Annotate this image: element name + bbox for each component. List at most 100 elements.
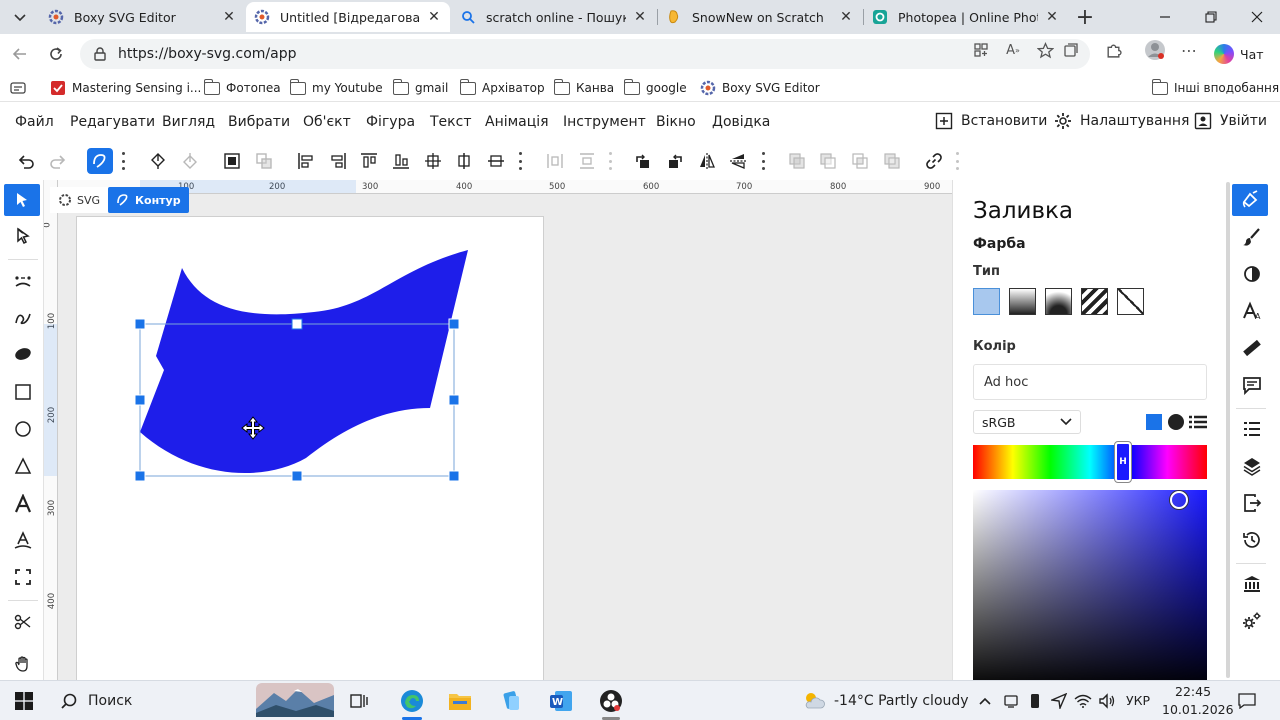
select-tool[interactable]	[4, 184, 40, 216]
flip-horizontal-button[interactable]	[694, 148, 720, 174]
align-horizontal-center-button[interactable]	[451, 148, 477, 174]
file-explorer-taskbar-icon[interactable]	[446, 687, 474, 715]
align-vertical-center-button[interactable]	[483, 148, 509, 174]
ungroup-button[interactable]	[251, 148, 277, 174]
close-tab-icon[interactable]: ✕	[426, 9, 442, 25]
boolean-intersect-button[interactable]	[847, 148, 873, 174]
phone-tray-icon[interactable]	[1026, 687, 1044, 715]
minimize-button[interactable]	[1142, 0, 1188, 34]
app-taskbar-icon[interactable]	[498, 687, 526, 715]
word-taskbar-icon[interactable]: W	[547, 687, 575, 715]
close-window-button[interactable]	[1234, 0, 1280, 34]
more-options-icon[interactable]	[121, 152, 125, 170]
resize-handle-sw[interactable]	[134, 470, 146, 482]
wheel-picker-mode-icon[interactable]	[1168, 414, 1184, 430]
cut-tool[interactable]	[6, 606, 40, 638]
measure-panel-button[interactable]	[1236, 332, 1268, 364]
url-bar[interactable]: https://boxy-svg.com/app	[80, 39, 1090, 69]
resize-handle-se[interactable]	[448, 470, 460, 482]
clock-time[interactable]: 22:45	[1175, 684, 1211, 699]
rectangle-tool[interactable]	[6, 376, 40, 408]
align-center-button[interactable]	[420, 148, 446, 174]
start-button[interactable]	[12, 687, 36, 715]
edge-taskbar-icon[interactable]	[398, 687, 426, 715]
menu-tool[interactable]: Інструмент	[563, 114, 646, 130]
compositing-panel-button[interactable]	[1236, 258, 1268, 290]
restore-button[interactable]	[1188, 0, 1234, 34]
more-options-icon[interactable]	[761, 152, 765, 170]
raise-button[interactable]	[145, 148, 171, 174]
redo-button[interactable]	[45, 148, 71, 174]
fill-type-radial-gradient-button[interactable]	[1045, 288, 1072, 315]
text-path-tool[interactable]	[6, 525, 40, 557]
bookmark-folder[interactable]: Архіватор	[459, 78, 545, 97]
browser-tab-active[interactable]: Untitled [Відредаговано] - ✕	[246, 2, 450, 32]
lower-button[interactable]	[177, 148, 203, 174]
blue-wave-shape[interactable]	[140, 250, 468, 474]
square-picker-mode-icon[interactable]	[1146, 414, 1162, 430]
app-install-icon[interactable]	[972, 41, 990, 59]
menu-edit[interactable]: Редагувати	[70, 114, 155, 130]
close-tab-icon[interactable]: ✕	[632, 9, 648, 25]
more-options-icon[interactable]	[518, 152, 522, 170]
flip-vertical-button[interactable]	[725, 148, 751, 174]
text-tool[interactable]	[6, 488, 40, 520]
show-hidden-icons-button[interactable]	[976, 687, 994, 715]
clock-date[interactable]: 10.01.2026	[1162, 702, 1234, 717]
pan-tool[interactable]	[6, 648, 40, 680]
install-button[interactable]: Встановити	[935, 112, 1047, 130]
boolean-exclude-button[interactable]	[879, 148, 905, 174]
wifi-icon[interactable]	[1074, 687, 1092, 715]
menu-shape[interactable]: Фігура	[366, 114, 415, 130]
copilot-chat-button[interactable]: Чат	[1214, 40, 1264, 68]
bookmark-folder[interactable]: gmail	[392, 78, 448, 97]
more-options-icon[interactable]	[955, 152, 959, 170]
browser-tab[interactable]: scratch online - Пошук ✕	[452, 2, 656, 32]
polygon-tool[interactable]	[6, 450, 40, 482]
group-button[interactable]	[219, 148, 245, 174]
library-panel-button[interactable]	[1236, 568, 1268, 600]
bookmark-item[interactable]: Boxy SVG Editor	[700, 79, 820, 97]
breadcrumb-svg[interactable]: SVG	[50, 187, 109, 213]
bookmark-folder[interactable]: my Youtube	[289, 78, 383, 97]
bookmark-folder[interactable]: Фотопеа	[203, 78, 281, 97]
elements-panel-button[interactable]	[1236, 413, 1268, 445]
menu-select[interactable]: Вибрати	[228, 114, 290, 130]
link-button[interactable]	[921, 148, 947, 174]
canvas-area[interactable]: 100 200 300 400 500 600 700 800 900 0 10…	[44, 180, 952, 680]
resize-handle-n[interactable]	[291, 318, 303, 330]
bookmark-item[interactable]: Mastering Sensing i...	[50, 79, 201, 97]
blob-tool[interactable]	[6, 338, 40, 370]
bookmark-folder[interactable]: google	[623, 78, 687, 97]
bookmark-folder[interactable]: Канва	[553, 78, 614, 97]
close-tab-icon[interactable]: ✕	[221, 9, 237, 25]
crop-tool[interactable]	[6, 561, 40, 593]
color-name-field[interactable]: Ad hoc	[973, 364, 1207, 400]
hue-slider-thumb[interactable]: H	[1114, 441, 1132, 483]
read-aloud-icon[interactable]: A»	[1004, 41, 1022, 59]
reading-list-icon[interactable]	[10, 79, 26, 97]
other-bookmarks-folder[interactable]: Інші вподобання	[1151, 78, 1279, 97]
browser-tab[interactable]: Photopea | Online Photo Ed ✕	[864, 2, 1068, 32]
fill-type-solid-button[interactable]	[973, 288, 1000, 315]
reload-button[interactable]	[42, 40, 70, 68]
close-tab-icon[interactable]: ✕	[838, 9, 854, 25]
resize-handle-w[interactable]	[134, 394, 146, 406]
color-picker-thumb[interactable]	[1170, 491, 1188, 509]
distribute-vertical-button[interactable]	[574, 148, 600, 174]
browser-tab[interactable]: SnowNew on Scratch ✕	[658, 2, 862, 32]
freehand-tool[interactable]	[6, 302, 40, 334]
typography-panel-button[interactable]: A	[1236, 295, 1268, 327]
site-info-icon[interactable]	[90, 44, 110, 64]
menu-file[interactable]: Файл	[15, 114, 54, 130]
layers-panel-button[interactable]	[1236, 450, 1268, 482]
menu-object[interactable]: Об'єкт	[303, 114, 351, 130]
align-top-button[interactable]	[356, 148, 382, 174]
tab-actions-menu-button[interactable]	[6, 4, 34, 30]
fill-panel-button[interactable]	[1232, 184, 1268, 216]
close-tab-icon[interactable]: ✕	[1044, 9, 1060, 25]
notifications-button[interactable]	[1236, 687, 1258, 715]
settings-button[interactable]: Налаштування	[1054, 112, 1189, 130]
resize-handle-nw[interactable]	[134, 318, 146, 330]
more-menu-icon[interactable]: ⋯	[1180, 41, 1198, 60]
